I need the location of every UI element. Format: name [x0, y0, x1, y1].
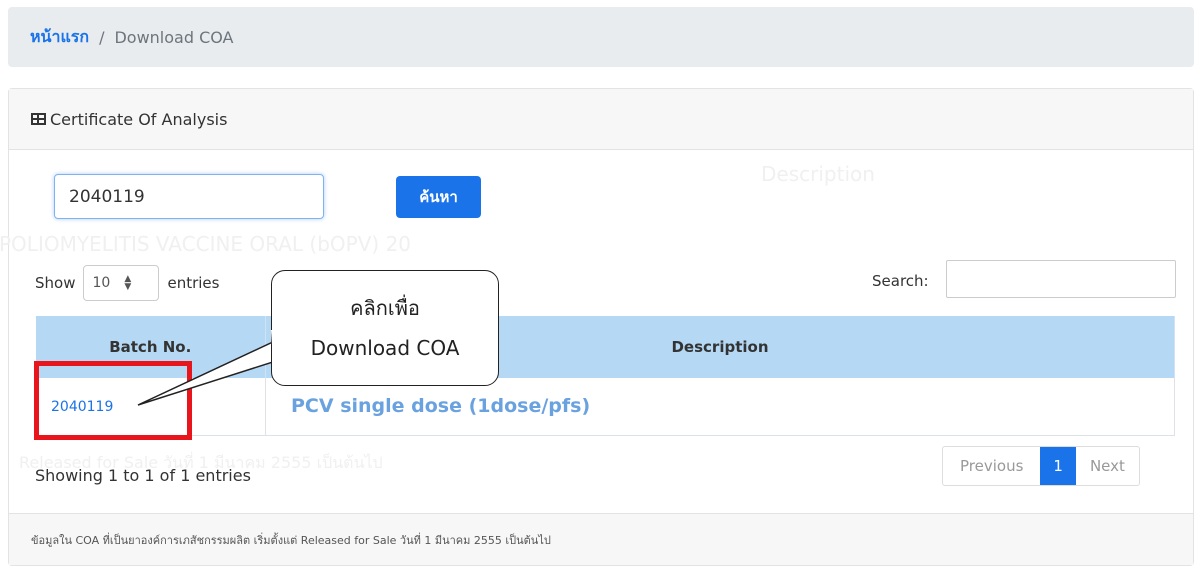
description-cell: PCV single dose (1dose/pfs)	[265, 378, 1175, 436]
page-1-button[interactable]: 1	[1040, 447, 1076, 485]
table-search-label: Search:	[872, 272, 929, 290]
next-page-button[interactable]: Next	[1076, 447, 1139, 485]
pagination: Previous 1 Next	[942, 446, 1140, 486]
ghost-vaccine: POLIOMYELITIS VACCINE ORAL (bOPV) 20	[0, 232, 412, 256]
show-entries: Show 10 ▲ ▼ entries	[35, 265, 219, 301]
breadcrumb-home-link[interactable]: หน้าแรก	[30, 25, 89, 50]
table-info: Showing 1 to 1 of 1 entries	[35, 466, 251, 485]
page-size-select[interactable]: 10 ▲ ▼	[83, 265, 160, 301]
show-label: Show	[35, 274, 76, 292]
callout-line-2: Download COA	[310, 336, 460, 360]
card-title: Certificate Of Analysis	[50, 109, 228, 129]
highlight-box	[34, 361, 192, 440]
breadcrumb-separator: /	[99, 27, 105, 47]
coa-card: Certificate Of Analysis Description POLI…	[0, 88, 1194, 566]
page-size-value: 10	[92, 275, 111, 291]
card-footer: ข้อมูลใน COA ที่เป็นยาองค์การเภสัชกรรมผล…	[9, 513, 1193, 565]
callout-line-1: คลิกเพื่อ	[350, 296, 420, 320]
ghost-description: Description	[761, 162, 875, 186]
table-row: 2040119 PCV single dose (1dose/pfs)	[35, 378, 1175, 436]
breadcrumb-current: Download COA	[114, 27, 234, 47]
batch-search-input[interactable]	[54, 174, 324, 219]
coa-table: Batch No. Description 2040119 PCV single…	[35, 316, 1175, 436]
card-header: Certificate Of Analysis	[9, 89, 1193, 150]
callout-bubble: คลิกเพื่อ Download COA	[271, 270, 499, 386]
table-icon	[31, 113, 46, 125]
table-search-input[interactable]	[946, 260, 1176, 298]
previous-page-button[interactable]: Previous	[943, 447, 1040, 485]
sort-arrows-icon: ▲ ▼	[124, 274, 132, 292]
table-header-row: Batch No. Description	[35, 316, 1175, 378]
breadcrumb: หน้าแรก / Download COA	[8, 7, 1194, 67]
search-button[interactable]: ค้นหา	[396, 176, 481, 218]
entries-label: entries	[167, 274, 220, 292]
